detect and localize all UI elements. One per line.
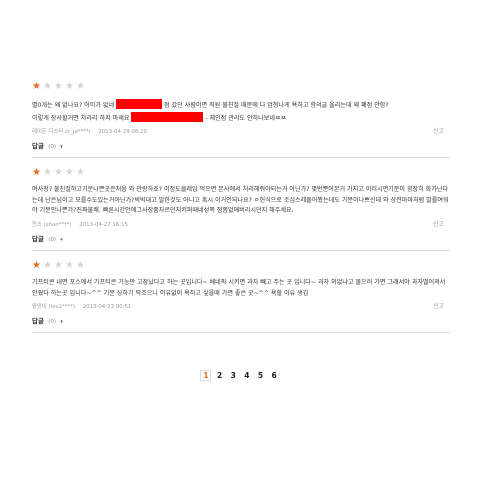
star-icon: ★ xyxy=(32,259,41,271)
review-date: 2013-04-27 16:15 xyxy=(79,221,128,228)
review-text-part: - 체인점 관리도 안하나보네ㅉㅉ xyxy=(205,114,287,122)
star-rating: ★ ★ ★ ★ ★ xyxy=(32,259,450,271)
reply-toggle[interactable]: 답글 (0) ▾ xyxy=(32,137,450,155)
star-icon: ★ xyxy=(32,167,41,179)
star-rating: ★ ★ ★ ★ ★ xyxy=(32,82,450,92)
page-link-4[interactable]: 4 xyxy=(241,371,252,380)
redaction-block xyxy=(131,111,204,122)
divider xyxy=(32,157,450,159)
review-meta: 레이든 디스터 (c_ja****) 2013-04-29 08:29 신고 xyxy=(32,127,450,137)
star-icon: ★ xyxy=(54,259,63,271)
report-link[interactable]: 신고 xyxy=(433,302,444,312)
star-icon: ★ xyxy=(76,167,85,179)
review-text-part: 별0개는 왜 없나요? 어이가 없네 xyxy=(32,102,115,109)
report-link[interactable]: 신고 xyxy=(433,220,444,230)
star-icon: ★ xyxy=(32,81,41,92)
review-item: ★ ★ ★ ★ ★ 별0개는 왜 없나요? 어이가 없네 점 갔던 사람이면 직… xyxy=(32,78,450,159)
star-icon: ★ xyxy=(43,81,52,92)
review-date: 2013-04-23 00:51 xyxy=(82,304,132,311)
redaction-block xyxy=(116,99,163,109)
review-item: ★ ★ ★ ★ ★ 기프티콘 내면 포스에서 기프티콘 기능만 고장났다고 하는… xyxy=(32,257,450,334)
author-name[interactable]: 레이든 디스터 (c_ja****) xyxy=(32,129,91,135)
divider xyxy=(32,332,450,334)
reply-label: 답글 xyxy=(32,317,44,326)
review-text: 기프티콘 내면 포스에서 기프티콘 기능만 고장났다고 하는 곳입니다~ 베네픽… xyxy=(32,278,446,297)
pagination: 1 2 3 4 5 6 xyxy=(0,370,480,381)
reply-label: 답글 xyxy=(32,234,44,243)
reply-count: (0) xyxy=(48,236,57,243)
review-meta: 왕망이 (lov2****) 2013-04-23 00:51 신고 xyxy=(32,302,450,312)
star-rating: ★ ★ ★ ★ ★ xyxy=(32,168,450,178)
reply-toggle[interactable]: 답글 (0) ▾ xyxy=(32,312,450,330)
page-link-3[interactable]: 3 xyxy=(228,371,239,380)
chevron-down-icon: ▾ xyxy=(60,236,63,243)
star-icon: ★ xyxy=(65,259,74,271)
star-icon: ★ xyxy=(65,81,74,92)
chevron-down-icon: ▾ xyxy=(60,319,63,326)
divider xyxy=(32,249,450,251)
page-link-2[interactable]: 2 xyxy=(214,371,225,380)
reply-toggle[interactable]: 답글 (0) ▾ xyxy=(32,230,450,248)
star-icon: ★ xyxy=(43,167,52,179)
star-icon: ★ xyxy=(76,81,85,92)
review-list: ★ ★ ★ ★ ★ 별0개는 왜 없나요? 어이가 없네 점 갔던 사람이면 직… xyxy=(32,78,450,339)
star-icon: ★ xyxy=(43,259,52,271)
page-link-1[interactable]: 1 xyxy=(200,370,212,381)
reply-count: (0) xyxy=(48,144,57,151)
star-icon: ★ xyxy=(76,259,85,271)
star-icon: ★ xyxy=(65,167,74,179)
review-item: ★ ★ ★ ★ ★ 여사장? 불친절하고기분나쁜곳은처음 와 만랑하죠? 이정도… xyxy=(32,164,450,251)
review-text: 별0개는 왜 없나요? 어이가 없네 점 갔던 사람이면 직원 불친절 때문에 … xyxy=(32,99,450,124)
review-meta: 전스 (shan****) 2013-04-27 16:15 신고 xyxy=(32,220,450,230)
review-text-part: 이렇게 장사할거면 차라리 하지 마세요 xyxy=(32,114,130,122)
review-text-part: 점 갔던 사람이면 직원 불친절 때문에 다 엄청나게 욕하고 항의글 올리는데… xyxy=(164,102,389,109)
reply-count: (0) xyxy=(48,319,57,326)
page-link-5[interactable]: 5 xyxy=(255,371,266,380)
star-icon: ★ xyxy=(54,81,63,92)
reply-label: 답글 xyxy=(32,142,44,151)
page-link-6[interactable]: 6 xyxy=(269,371,280,380)
chevron-down-icon: ▾ xyxy=(60,144,63,151)
author-name[interactable]: 왕망이 (lov2****) xyxy=(32,304,75,310)
report-link[interactable]: 신고 xyxy=(433,127,444,137)
star-icon: ★ xyxy=(54,167,63,179)
review-date: 2013-04-29 08:29 xyxy=(98,129,147,136)
author-name[interactable]: 전스 (shan****) xyxy=(32,222,72,228)
review-text: 여사장? 불친절하고기분나쁜곳은처음 와 만랑하죠? 이정도클레임 먹으면 본사… xyxy=(32,186,449,215)
